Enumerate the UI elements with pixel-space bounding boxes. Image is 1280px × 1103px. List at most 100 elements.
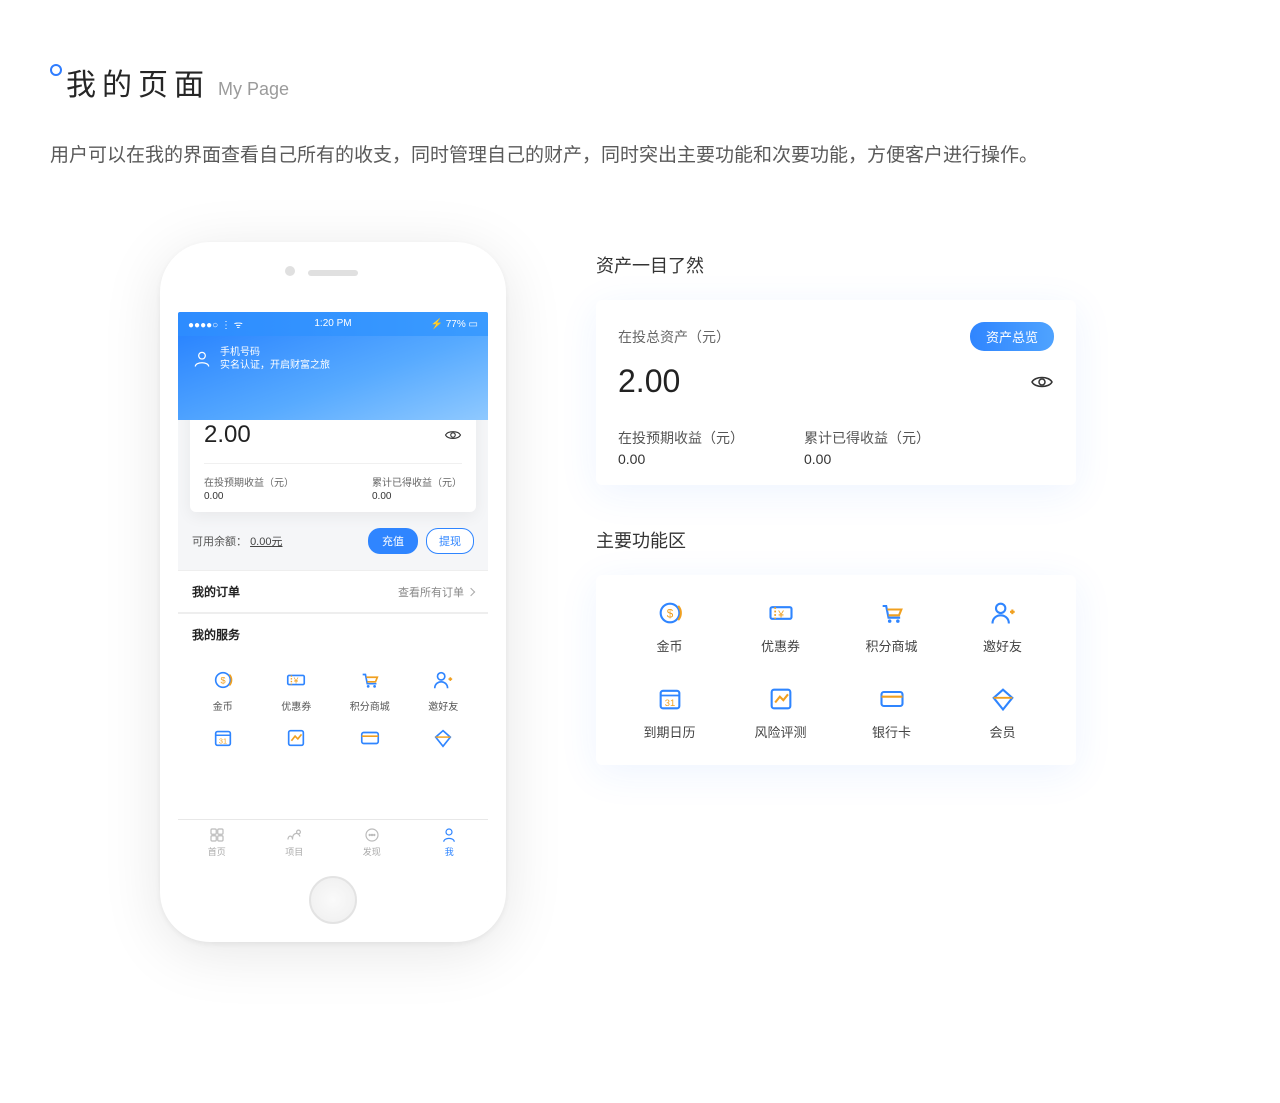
profile-header[interactable]: 手机号码 实名认证，开启财富之旅 [178, 336, 488, 420]
status-left: ●●●●○ ⋮ ᯤ [188, 317, 243, 331]
visibility-toggle-icon[interactable] [444, 426, 462, 444]
asset-amount: 2.00 [204, 421, 251, 449]
heading-main-features: 主要功能区 [596, 527, 1076, 553]
service-label: 会员 [947, 722, 1058, 741]
service-item[interactable]: 风险评测 [260, 727, 334, 771]
service-item[interactable]: 邀好友 [947, 599, 1058, 655]
page-title-row: 我的页面 My Page [50, 60, 1230, 104]
service-item[interactable]: 金币 [186, 669, 260, 713]
services-title: 我的服务 [192, 626, 240, 643]
service-item[interactable]: 会员 [947, 685, 1058, 741]
balance-value[interactable]: 0.00元 [250, 536, 282, 548]
expected-return-label: 在投预期收益（元） [204, 474, 294, 489]
service-item[interactable]: 到期日历 [186, 727, 260, 771]
recharge-button[interactable]: 充值 [368, 528, 418, 554]
service-label: 邀好友 [407, 698, 481, 713]
service-label: 积分商城 [836, 636, 947, 655]
total-return-value: 0.00 [372, 491, 462, 502]
balance-row: 可用余额： 0.00元 充值 提现 [178, 512, 488, 570]
orders-row[interactable]: 我的订单 查看所有订单 [178, 570, 488, 613]
phone-device-frame: ●●●●○ ⋮ ᯤ 1:20 PM ⚡ 77% ▭ 手机号码 实名认证，开启财富… [160, 242, 506, 942]
service-item[interactable]: 会员 [407, 727, 481, 771]
risk-icon [767, 685, 795, 713]
coin-icon [212, 669, 234, 691]
services-header: 我的服务 [178, 613, 488, 655]
service-label: 积分商城 [333, 698, 407, 713]
coupon-icon [285, 669, 307, 691]
heading-asset-glance: 资产一目了然 [596, 252, 1076, 278]
total-return-label: 累计已得收益（元） [372, 474, 462, 489]
service-item[interactable]: 积分商城 [333, 669, 407, 713]
orders-title: 我的订单 [192, 583, 240, 600]
service-item[interactable]: 优惠券 [725, 599, 836, 655]
page-description: 用户可以在我的界面查看自己所有的收支，同时管理自己的财产，同时突出主要功能和次要… [50, 140, 1230, 172]
status-time: 1:20 PM [314, 318, 351, 329]
calendar-icon [212, 727, 234, 749]
expected-return-value-big: 0.00 [618, 451, 744, 467]
service-item[interactable]: 积分商城 [836, 599, 947, 655]
user-verify-label: 实名认证，开启财富之旅 [220, 359, 330, 372]
risk-icon [285, 727, 307, 749]
invite-icon [989, 599, 1017, 627]
vip-icon [989, 685, 1017, 713]
service-label: 银行卡 [836, 722, 947, 741]
tab-project[interactable]: 项目 [285, 826, 303, 858]
service-item[interactable]: 金币 [614, 599, 725, 655]
coupon-icon [767, 599, 795, 627]
tab-label: 我 [445, 847, 454, 857]
tab-label: 发现 [363, 847, 381, 857]
service-label: 风险评测 [725, 722, 836, 741]
vip-icon [432, 727, 454, 749]
balance-label: 可用余额： [192, 536, 247, 548]
bank-card-icon [359, 727, 381, 749]
asset-card-enlarged: 在投总资产（元） 资产总览 2.00 在投预期收益（元） 0.00 累计已得收益… [596, 300, 1076, 485]
service-item[interactable]: 银行卡 [333, 727, 407, 771]
service-label: 金币 [614, 636, 725, 655]
tab-bar: 首页 项目 发现 我 [178, 819, 488, 862]
tab-home[interactable]: 首页 [208, 826, 226, 858]
service-item[interactable]: 银行卡 [836, 685, 947, 741]
service-label: 优惠券 [725, 636, 836, 655]
tab-icon [208, 826, 226, 844]
expected-return-value: 0.00 [204, 491, 294, 502]
services-grid-enlarged: 金币优惠券积分商城邀好友到期日历风险评测银行卡会员 [596, 575, 1076, 765]
home-button[interactable] [309, 876, 357, 924]
service-item[interactable]: 到期日历 [614, 685, 725, 741]
points-mall-icon [878, 599, 906, 627]
total-return-value-big: 0.00 [804, 451, 930, 467]
withdraw-button[interactable]: 提现 [426, 528, 474, 554]
tab-discover[interactable]: 发现 [363, 826, 381, 858]
service-item[interactable]: 优惠券 [260, 669, 334, 713]
tab-icon [285, 826, 303, 844]
tab-icon [363, 826, 381, 844]
user-phone-label: 手机号码 [220, 346, 330, 359]
orders-view-all: 查看所有订单 [398, 584, 464, 600]
bank-card-icon [878, 685, 906, 713]
invite-icon [432, 669, 454, 691]
status-right: ⚡ 77% ▭ [431, 319, 478, 330]
page-title: 我的页面 [66, 60, 210, 104]
service-label: 邀好友 [947, 636, 1058, 655]
calendar-icon [656, 685, 684, 713]
asset-amount-big: 2.00 [618, 363, 680, 400]
page-subtitle: My Page [218, 79, 289, 100]
service-label: 优惠券 [260, 698, 334, 713]
service-label: 到期日历 [614, 722, 725, 741]
tab-label: 项目 [285, 847, 303, 857]
service-item[interactable]: 邀好友 [407, 669, 481, 713]
user-icon [192, 349, 212, 369]
points-mall-icon [359, 669, 381, 691]
asset-total-label-big: 在投总资产（元） [618, 327, 730, 347]
title-bullet-icon [50, 64, 62, 76]
service-item[interactable]: 风险评测 [725, 685, 836, 741]
status-bar: ●●●●○ ⋮ ᯤ 1:20 PM ⚡ 77% ▭ [178, 312, 488, 336]
tab-me[interactable]: 我 [440, 826, 458, 858]
total-return-label-big: 累计已得收益（元） [804, 428, 930, 448]
tab-label: 首页 [208, 847, 226, 857]
service-label: 金币 [186, 698, 260, 713]
chevron-right-icon [467, 588, 475, 596]
coin-icon [656, 599, 684, 627]
tab-icon [440, 826, 458, 844]
visibility-toggle-icon[interactable] [1030, 370, 1054, 394]
asset-overview-button-big[interactable]: 资产总览 [970, 322, 1054, 351]
